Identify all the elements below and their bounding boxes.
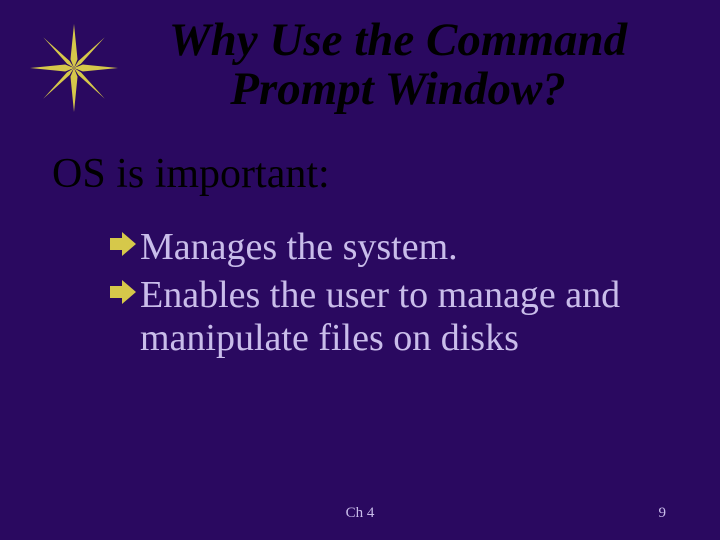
- footer-page-number: 9: [659, 505, 667, 522]
- slide-title: Why Use the Command Prompt Window?: [118, 16, 678, 115]
- arrow-right-icon: [108, 280, 138, 314]
- bullet-item: Enables the user to manage and manipulat…: [108, 274, 668, 361]
- footer-chapter: Ch 4: [0, 505, 720, 522]
- bullet-list: Manages the system. Enables the user to …: [108, 226, 668, 365]
- bullet-item: Manages the system.: [108, 226, 668, 270]
- bullet-text: Enables the user to manage and manipulat…: [140, 274, 668, 361]
- bullet-text: Manages the system.: [140, 226, 458, 270]
- slide: Why Use the Command Prompt Window? OS is…: [0, 0, 720, 540]
- starburst-icon: [30, 24, 118, 112]
- arrow-right-icon: [108, 232, 138, 266]
- slide-subtitle: OS is important:: [52, 150, 330, 198]
